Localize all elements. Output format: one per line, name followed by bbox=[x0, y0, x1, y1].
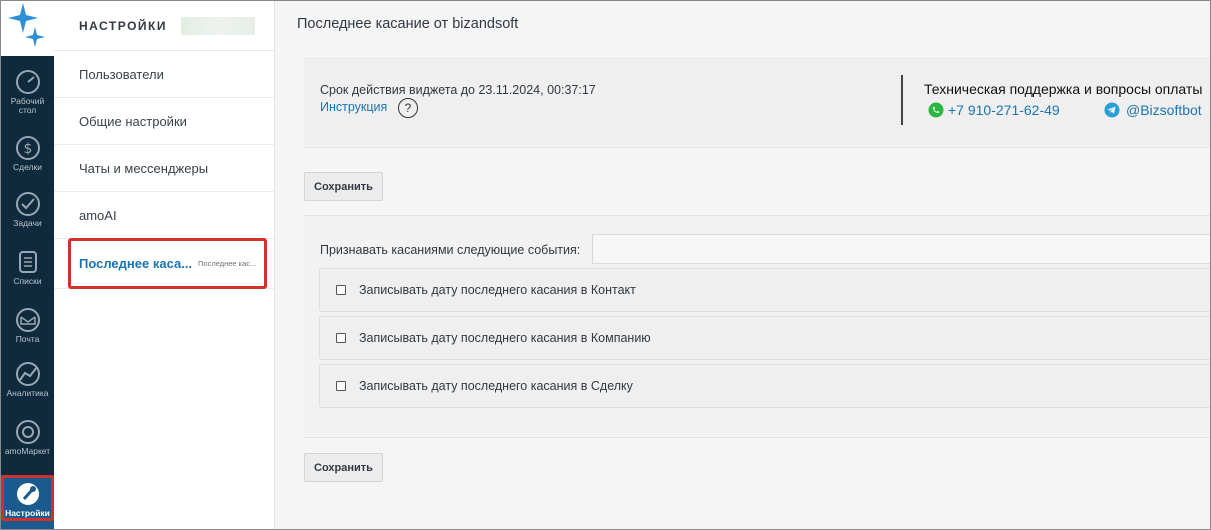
subnav-item-amoai[interactable]: amoAI bbox=[54, 192, 274, 239]
app-window: Рабочий стол $ Сделки Задачи Списки Почт… bbox=[0, 0, 1211, 530]
help-icon[interactable]: ? bbox=[398, 98, 418, 118]
rail-item-label: Рабочий стол bbox=[10, 96, 45, 115]
support-phone: +7 910-271-62-49 bbox=[948, 102, 1060, 118]
rail-item-label: Задачи bbox=[13, 218, 42, 228]
rail-item-mail[interactable]: Почта bbox=[1, 301, 54, 357]
checkbox-row-contact[interactable]: Записывать дату последнего касания в Кон… bbox=[319, 268, 1210, 312]
checkbox-label: Записывать дату последнего касания в Ком… bbox=[359, 331, 651, 345]
analytics-icon bbox=[15, 362, 40, 386]
save-button-bottom[interactable]: Сохранить bbox=[304, 453, 383, 482]
support-phone-link[interactable]: +7 910-271-62-49 bbox=[928, 102, 1060, 118]
rail-item-tasks[interactable]: Задачи bbox=[1, 185, 54, 241]
rail-item-deals[interactable]: $ Сделки bbox=[1, 129, 54, 185]
subnav-title: НАСТРОЙКИ bbox=[79, 18, 167, 33]
mail-icon bbox=[15, 308, 40, 332]
telegram-icon bbox=[1104, 102, 1120, 118]
support-telegram: @Bizsoftbot bbox=[1126, 102, 1202, 118]
divider bbox=[901, 75, 903, 125]
page-title: Последнее касание от bizandsoft bbox=[297, 16, 519, 32]
rail-item-lists[interactable]: Списки bbox=[1, 243, 54, 299]
checkbox-row-company[interactable]: Записывать дату последнего касания в Ком… bbox=[319, 316, 1210, 360]
widget-info-card: Срок действия виджета до 23.11.2024, 00:… bbox=[304, 58, 1210, 148]
rail-item-analytics[interactable]: Аналитика bbox=[1, 355, 54, 411]
main-nav-rail: Рабочий стол $ Сделки Задачи Списки Почт… bbox=[1, 1, 54, 529]
checkbox-label: Записывать дату последнего касания в Кон… bbox=[359, 283, 636, 297]
checkbox[interactable] bbox=[336, 333, 346, 343]
blurred-account-name bbox=[180, 16, 255, 35]
subnav-item-label: amoAI bbox=[79, 207, 117, 223]
dashboard-icon bbox=[15, 70, 40, 94]
subnav-item-label: Пользователи bbox=[79, 66, 164, 82]
rail-item-label: amoМаркет bbox=[4, 446, 51, 456]
main-content: Последнее касание от bizandsoft Срок дей… bbox=[275, 1, 1210, 529]
whatsapp-icon bbox=[928, 102, 944, 118]
list-icon bbox=[18, 251, 37, 273]
rail-item-label: Аналитика bbox=[6, 388, 49, 398]
rail-item-dashboard[interactable]: Рабочий стол bbox=[1, 63, 54, 119]
rail-item-label: Почта bbox=[15, 334, 40, 344]
subnav-item-users[interactable]: Пользователи bbox=[54, 51, 274, 98]
expiry-text: Срок действия виджета до 23.11.2024, 00:… bbox=[320, 83, 596, 97]
rail-item-label: Списки bbox=[13, 276, 42, 286]
support-title: Техническая поддержка и вопросы оплаты bbox=[924, 81, 1203, 97]
rail-item-label: Сделки bbox=[13, 162, 42, 172]
logo[interactable] bbox=[1, 1, 54, 56]
subnav-header: НАСТРОЙКИ bbox=[54, 1, 274, 51]
support-telegram-link[interactable]: @Bizsoftbot bbox=[1104, 102, 1202, 118]
settings-panel: Признавать касаниями следующие события: … bbox=[304, 215, 1210, 438]
save-button[interactable]: Сохранить bbox=[304, 172, 383, 201]
market-icon bbox=[15, 420, 40, 444]
highlight-box-widget bbox=[68, 238, 267, 289]
events-label: Признавать касаниями следующие события: bbox=[320, 243, 581, 257]
subnav-item-general[interactable]: Общие настройки bbox=[54, 98, 274, 145]
events-select[interactable] bbox=[592, 234, 1210, 264]
settings-subnav: НАСТРОЙКИ Пользователи Общие настройки Ч… bbox=[54, 1, 275, 529]
checkbox[interactable] bbox=[336, 285, 346, 295]
star-logo-icon bbox=[8, 3, 45, 47]
subnav-item-chats[interactable]: Чаты и мессенджеры bbox=[54, 145, 274, 192]
svg-text:$: $ bbox=[23, 141, 32, 157]
checkbox-label: Записывать дату последнего касания в Сде… bbox=[359, 379, 633, 393]
checkbox-row-deal[interactable]: Записывать дату последнего касания в Сде… bbox=[319, 364, 1210, 408]
highlight-box-settings bbox=[1, 475, 54, 521]
subnav-item-label: Общие настройки bbox=[79, 113, 187, 129]
checkbox[interactable] bbox=[336, 381, 346, 391]
rail-item-market[interactable]: amoМаркет bbox=[1, 413, 54, 469]
checkmark-icon bbox=[15, 192, 40, 216]
dollar-icon: $ bbox=[15, 136, 40, 160]
instruction-link[interactable]: Инструкция bbox=[320, 100, 387, 114]
subnav-item-label: Чаты и мессенджеры bbox=[79, 160, 209, 176]
